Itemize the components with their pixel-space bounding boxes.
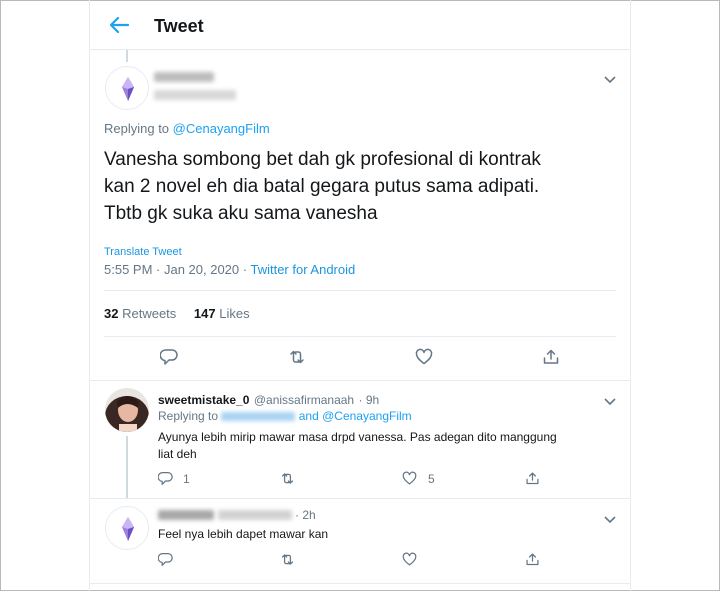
share-icon[interactable]	[542, 348, 560, 366]
author-name-blurred[interactable]: xxxxxxx	[154, 72, 214, 82]
mention-link[interactable]: @CenayangFilm	[173, 121, 270, 136]
reply-avatar[interactable]	[105, 506, 149, 550]
divider	[90, 380, 630, 381]
share-icon[interactable]	[525, 552, 540, 567]
page-title: Tweet	[154, 16, 204, 36]
reply-author-name[interactable]: sweetmistake_0	[158, 393, 249, 407]
tweet-timestamp: 5:55 PM · Jan 20, 2020 · Twitter for And…	[104, 262, 356, 277]
retweet-icon[interactable]	[280, 471, 295, 486]
mention-link[interactable]: @CenayangFilm	[322, 409, 412, 423]
gem-logo-icon	[122, 77, 134, 101]
tweet-column: Tweet xxxxxxx xxxxxxxxxxxx Replying to @…	[89, 0, 631, 591]
reply-text: Feel nya lebih dapet mawar kan	[158, 527, 329, 541]
author-handle-blurred[interactable]: xxxxxxxxxxxx	[154, 90, 236, 100]
thread-connector	[126, 50, 128, 62]
tweet-stats: 32 Retweets 147 Likes	[104, 306, 264, 321]
gem-logo-icon	[122, 517, 134, 541]
like-heart-icon[interactable]	[415, 348, 433, 366]
reply-author-handle[interactable]: @anissafirmanaah	[254, 393, 354, 407]
reply-text: Ayunya lebih mirip mawar masa drpd vanes…	[158, 430, 557, 461]
chevron-down-icon[interactable]	[603, 71, 617, 84]
share-icon[interactable]	[525, 471, 540, 486]
reply-time[interactable]: · 2h	[295, 508, 316, 522]
divider	[104, 336, 616, 337]
reply-replying-to: Replying to and @CenayangFilm	[158, 409, 412, 423]
reply-icon[interactable]	[157, 552, 173, 567]
retweets-stat[interactable]: 32 Retweets	[104, 306, 176, 321]
page-header: Tweet	[90, 0, 630, 50]
like-heart-icon[interactable]	[402, 552, 417, 567]
retweet-icon[interactable]	[288, 348, 306, 366]
translate-tweet-link[interactable]: Translate Tweet	[104, 246, 182, 258]
author-avatar[interactable]	[105, 66, 149, 110]
like-count: 5	[428, 472, 435, 486]
reply-author-name-blurred[interactable]	[158, 510, 214, 520]
like-heart-icon[interactable]	[402, 471, 417, 486]
reply-author-handle-blurred[interactable]	[218, 510, 292, 520]
reply-header: sweetmistake_0 @anissafirmanaah · 9h	[158, 391, 379, 409]
reply-time[interactable]: · 9h	[359, 393, 380, 407]
retweet-icon[interactable]	[280, 552, 295, 567]
back-arrow-icon[interactable]	[109, 16, 130, 34]
reply-icon[interactable]	[157, 471, 173, 486]
tweet-text: Vanesha sombong bet dah gk profesional d…	[104, 149, 541, 224]
reply-count: 1	[183, 472, 190, 486]
divider	[90, 498, 630, 499]
divider	[90, 583, 630, 584]
chevron-down-icon[interactable]	[603, 511, 617, 524]
reply-icon[interactable]	[159, 348, 178, 366]
reply-avatar[interactable]	[105, 388, 149, 432]
profile-photo-icon	[105, 388, 149, 432]
thread-connector	[126, 436, 128, 499]
chevron-down-icon[interactable]	[603, 393, 617, 406]
source-link[interactable]: Twitter for Android	[250, 262, 355, 277]
replying-to: Replying to @CenayangFilm	[104, 121, 270, 136]
likes-stat[interactable]: 147 Likes	[194, 306, 250, 321]
mention-blurred[interactable]	[221, 412, 296, 422]
divider	[104, 290, 616, 291]
